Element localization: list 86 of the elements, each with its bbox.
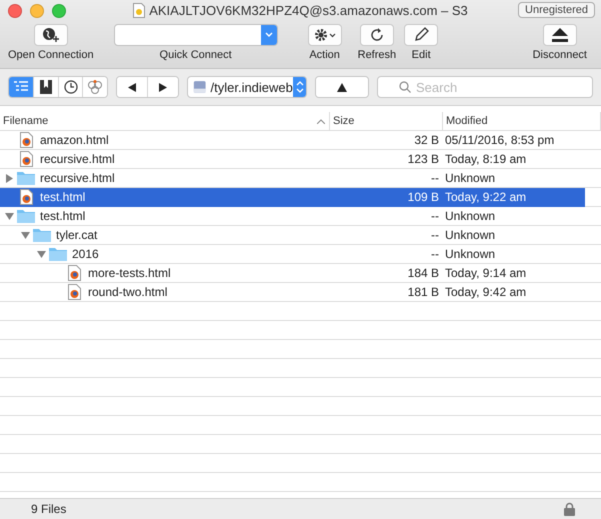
file-modified: Unknown	[444, 247, 496, 261]
path-popup[interactable]: /tyler.indieweb	[187, 76, 308, 98]
expanded-triangle-icon[interactable]	[20, 230, 30, 240]
lock-icon	[564, 502, 575, 516]
list-icon	[14, 81, 28, 93]
search-icon	[399, 81, 411, 93]
connect-button[interactable]	[34, 24, 68, 46]
globe-plus-icon	[42, 27, 60, 43]
file-size: 109 B	[408, 190, 440, 204]
chevron-down-icon	[264, 32, 273, 38]
file-modified: Today, 8:19 am	[444, 152, 528, 166]
column-header[interactable]: Size	[333, 115, 354, 127]
gear-icon	[314, 28, 336, 42]
parent-folder-button[interactable]	[316, 77, 368, 97]
file-size: --	[431, 209, 440, 223]
status-text: 9 Files	[31, 502, 66, 516]
updown-chevron-icon	[296, 81, 304, 93]
folder-icon	[17, 209, 35, 223]
folder-icon	[49, 247, 67, 261]
close-button[interactable]	[8, 4, 22, 18]
file-modified: Today, 9:14 am	[444, 266, 528, 280]
disconnect-button[interactable]	[542, 24, 577, 46]
file-name: tyler.cat	[56, 228, 98, 242]
refresh-label: Refresh	[358, 49, 396, 61]
back-icon	[128, 82, 136, 92]
folder-icon	[33, 228, 51, 242]
file-modified: Today, 9:42 am	[444, 285, 528, 299]
column-header[interactable]: Modified	[446, 115, 488, 127]
expanded-triangle-icon[interactable]	[4, 212, 14, 220]
action-button[interactable]	[308, 24, 342, 46]
refresh-icon	[368, 27, 385, 43]
expanded-triangle-icon[interactable]	[36, 250, 46, 258]
web-file-icon	[68, 284, 80, 300]
sort-ascending-icon[interactable]	[317, 118, 325, 124]
file-name: test.html	[40, 190, 86, 204]
file-size: --	[431, 228, 440, 242]
file-size: 184 B	[408, 266, 440, 280]
web-file-icon	[68, 265, 80, 281]
forward-icon	[159, 82, 168, 92]
up-triangle-icon	[337, 82, 348, 92]
bookmark-icon	[40, 80, 52, 94]
file-row[interactable]: test.html 109 B Today, 9:22 am	[0, 188, 585, 207]
view-mode-segmented-control[interactable]	[8, 76, 108, 98]
file-name: amazon.html	[40, 133, 109, 147]
quick-connect-field[interactable]	[114, 24, 278, 46]
window-title: AKIAJLTJOV6KM32HPZ4Q@s3.amazonaws.com – S3	[149, 3, 468, 18]
file-name: recursive.html	[40, 171, 115, 185]
pencil-icon	[413, 27, 430, 43]
file-size: 181 B	[408, 285, 440, 299]
file-size: --	[431, 247, 440, 261]
clock-icon	[64, 80, 78, 94]
file-modified: Unknown	[444, 209, 496, 223]
file-name: more-tests.html	[88, 266, 171, 280]
edit-label: Edit	[412, 49, 431, 61]
refresh-button[interactable]	[360, 24, 394, 46]
action-label: Action	[309, 49, 340, 61]
file-size: 32 B	[414, 133, 440, 147]
file-name: recursive.html	[40, 152, 115, 166]
file-name: 2016	[72, 247, 99, 261]
file-size: --	[431, 171, 440, 185]
file-name: round-two.html	[88, 285, 168, 299]
connect-label: Open Connection	[8, 49, 94, 61]
web-file-icon	[20, 151, 32, 167]
back-forward-control[interactable]	[116, 76, 180, 98]
collapsed-triangle-icon[interactable]	[4, 174, 14, 182]
network-icon	[87, 80, 104, 94]
file-modified: Unknown	[444, 228, 496, 242]
disconnect-label: Disconnect	[532, 49, 587, 61]
file-name: test.html	[40, 209, 86, 223]
file-modified: Unknown	[444, 171, 496, 185]
zoom-button[interactable]	[52, 4, 66, 18]
document-icon	[133, 3, 146, 18]
edit-button[interactable]	[404, 24, 438, 46]
forward-button[interactable]	[147, 77, 178, 97]
quick-connect-label: Quick Connect	[160, 49, 232, 61]
column-header[interactable]: Filename	[3, 115, 48, 127]
web-file-icon	[20, 132, 32, 148]
file-size: 123 B	[408, 152, 440, 166]
folder-icon	[17, 171, 35, 185]
file-modified: 05/11/2016, 8:53 pm	[444, 133, 556, 147]
search-field[interactable]: Search	[377, 76, 593, 98]
file-modified: Today, 9:22 am	[444, 190, 528, 204]
unregistered-badge[interactable]: Unregistered	[518, 2, 595, 18]
web-file-icon	[20, 189, 32, 205]
eject-icon	[550, 28, 569, 42]
drive-icon	[193, 79, 206, 95]
